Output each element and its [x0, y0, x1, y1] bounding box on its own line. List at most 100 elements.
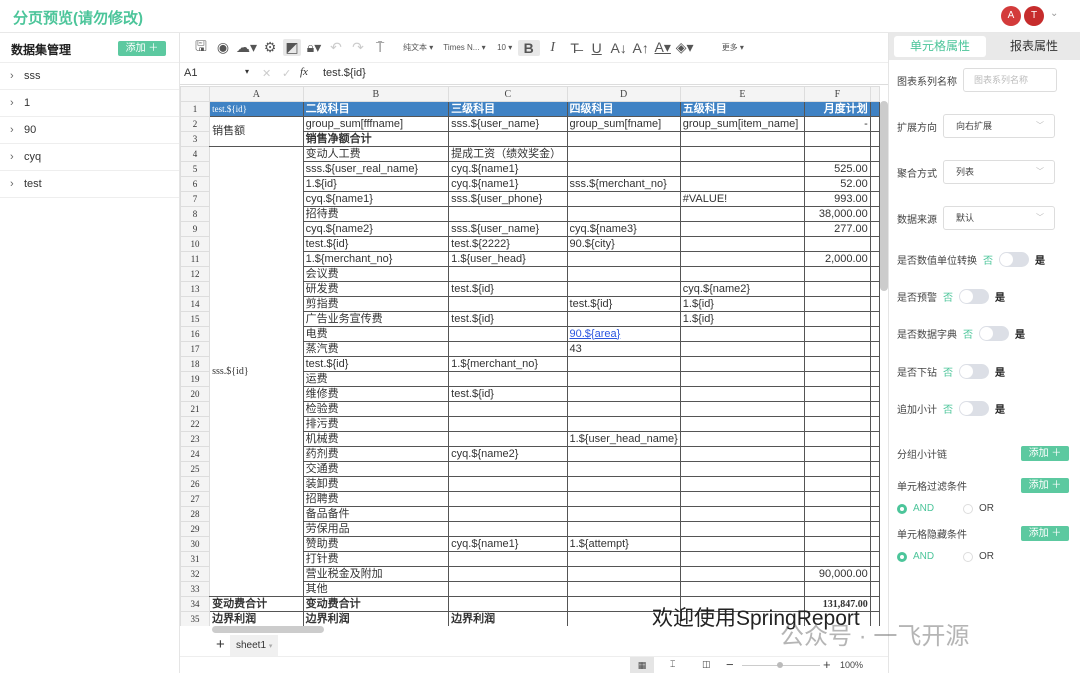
cell[interactable]: 机械费 — [302, 431, 450, 447]
cell[interactable]: cyq.${name1} — [448, 161, 568, 177]
cell[interactable]: 招聘费 — [302, 491, 450, 507]
series-name-input[interactable]: 图表系列名称 — [963, 68, 1057, 92]
cell[interactable]: 1.${id} — [679, 296, 806, 312]
cell[interactable] — [804, 431, 871, 447]
cell[interactable]: cyq.${name1} — [448, 536, 568, 552]
cell[interactable] — [869, 116, 880, 132]
row-header[interactable]: 4 — [180, 146, 211, 162]
toggle-switch[interactable] — [999, 252, 1029, 267]
cell[interactable]: 蒸汽费 — [302, 341, 450, 357]
cell[interactable] — [679, 206, 806, 222]
cell[interactable] — [804, 521, 871, 537]
cell[interactable] — [679, 521, 806, 537]
cell[interactable] — [869, 566, 880, 582]
toggle-switch[interactable] — [959, 289, 989, 304]
zoom-slider-handle[interactable] — [777, 662, 783, 668]
cell[interactable] — [869, 506, 880, 522]
cell[interactable] — [804, 581, 871, 597]
cell[interactable] — [869, 491, 880, 507]
cell[interactable] — [804, 341, 871, 357]
cell[interactable] — [869, 176, 880, 192]
cell[interactable] — [804, 281, 871, 297]
cell[interactable]: 交通费 — [302, 461, 450, 477]
cell[interactable] — [804, 491, 871, 507]
strikethrough-icon[interactable]: T̶ — [566, 40, 584, 56]
cell[interactable]: 1.${user_head_name} — [566, 431, 681, 447]
cell[interactable] — [566, 206, 681, 222]
cell[interactable] — [804, 146, 871, 162]
cell[interactable] — [679, 371, 806, 387]
row-header[interactable]: 20 — [180, 386, 211, 402]
cell[interactable]: cyq.${name3} — [566, 221, 681, 237]
cell[interactable]: 备品备件 — [302, 506, 450, 522]
cell[interactable]: 剪指费 — [302, 296, 450, 312]
vertical-scrollbar[interactable] — [880, 101, 888, 291]
undo-icon[interactable]: ↶ — [327, 39, 345, 56]
cell[interactable]: 1.${merchant_no} — [302, 251, 450, 267]
cell[interactable] — [448, 476, 568, 492]
cell[interactable] — [679, 446, 806, 462]
font-decrease-icon[interactable]: A↓ — [610, 40, 628, 56]
font-color-icon[interactable]: A▾ — [654, 39, 672, 56]
cell[interactable] — [679, 581, 806, 597]
cell[interactable] — [679, 236, 806, 252]
cell[interactable] — [804, 296, 871, 312]
column-header[interactable]: E — [679, 86, 806, 102]
cell[interactable] — [804, 461, 871, 477]
cell[interactable] — [869, 461, 880, 477]
bold-icon[interactable]: B — [517, 39, 540, 56]
cell[interactable]: 运费 — [302, 371, 450, 387]
column-header[interactable]: A — [209, 86, 304, 102]
cell[interactable]: 电费 — [302, 326, 450, 342]
cell[interactable]: 药剂费 — [302, 446, 450, 462]
cell[interactable] — [566, 191, 681, 207]
corner-cell[interactable] — [180, 86, 211, 102]
cell[interactable]: 90.${area} — [566, 326, 681, 342]
cell[interactable] — [679, 491, 806, 507]
cell[interactable] — [804, 386, 871, 402]
cell[interactable]: test.${id} — [302, 236, 450, 252]
cell[interactable]: 边界利润 — [448, 611, 568, 626]
cell[interactable] — [869, 296, 880, 312]
cell[interactable]: 检验费 — [302, 401, 450, 417]
cell[interactable] — [448, 416, 568, 432]
cell[interactable] — [679, 176, 806, 192]
cell[interactable]: sss.${user_real_name} — [302, 161, 450, 177]
confirm-icon[interactable]: ✓ — [282, 67, 291, 80]
cell[interactable] — [566, 491, 681, 507]
cell[interactable] — [869, 446, 880, 462]
cell[interactable] — [869, 131, 880, 147]
cell[interactable]: 277.00 — [804, 221, 871, 237]
row-header[interactable]: 34 — [180, 596, 211, 612]
sheet-tab[interactable]: sheet1 ▾ — [230, 635, 279, 656]
row-header[interactable]: 35 — [180, 611, 211, 626]
cell[interactable] — [804, 401, 871, 417]
cell[interactable]: sss.${merchant_no} — [566, 176, 681, 192]
dataset-item[interactable]: › 1 — [0, 90, 179, 117]
horizontal-scrollbar[interactable] — [212, 626, 324, 633]
filter-and-radio[interactable] — [897, 503, 907, 514]
cell[interactable] — [448, 596, 568, 612]
cell[interactable]: 四级科目 — [566, 101, 681, 117]
dataset-item[interactable]: › cyq — [0, 144, 179, 171]
cell[interactable] — [804, 131, 871, 147]
underline-icon[interactable]: U — [588, 40, 606, 56]
cell[interactable] — [448, 206, 568, 222]
cell[interactable] — [869, 266, 880, 282]
cell[interactable] — [566, 131, 681, 147]
cell[interactable] — [448, 551, 568, 567]
add-sheet-button[interactable]: + — [216, 636, 225, 653]
cell[interactable]: - — [804, 116, 871, 132]
row-header[interactable]: 31 — [180, 551, 211, 567]
cell[interactable]: 广告业务宣传费 — [302, 311, 450, 327]
fill-color-icon[interactable]: ◈▾ — [676, 39, 694, 56]
cell[interactable]: 边界利润 — [209, 611, 304, 626]
cell[interactable]: 月度计划 — [804, 101, 871, 117]
column-header[interactable]: D — [566, 86, 681, 102]
cell[interactable] — [679, 146, 806, 162]
row-header[interactable]: 6 — [180, 176, 211, 192]
row-header[interactable]: 29 — [180, 521, 211, 537]
cell[interactable] — [869, 236, 880, 252]
cell[interactable]: 其他 — [302, 581, 450, 597]
cell[interactable] — [804, 446, 871, 462]
